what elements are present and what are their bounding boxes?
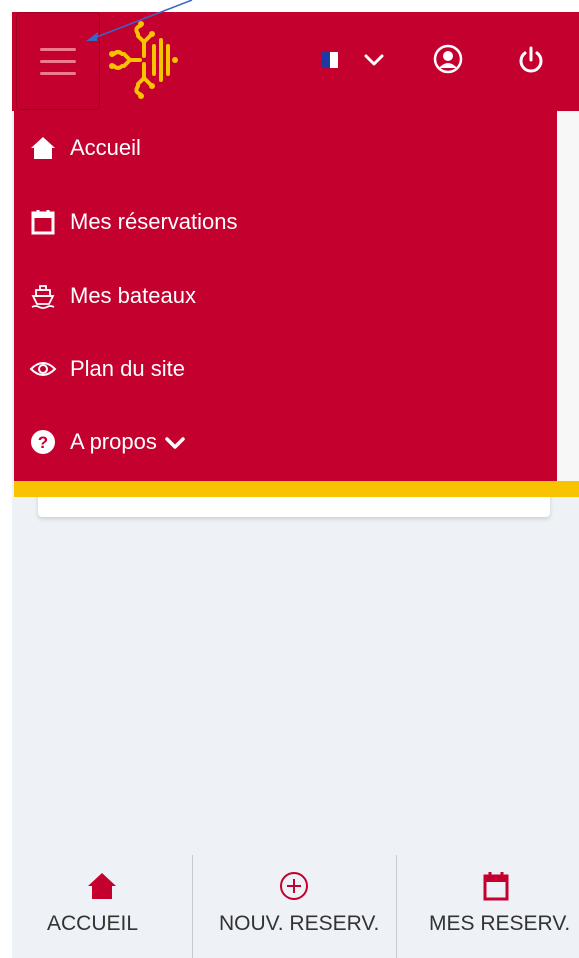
drawer-item-label: Plan du site <box>70 356 185 381</box>
home-icon <box>28 133 58 163</box>
drawer-item-a-propos-label: A propos <box>70 429 157 454</box>
bottom-nav-label: NOUV. RESERV. <box>219 912 380 935</box>
french-flag-icon[interactable] <box>322 52 346 68</box>
svg-text:?: ? <box>38 433 48 452</box>
question-circle-icon: ? <box>28 427 58 457</box>
power-icon[interactable] <box>515 44 547 76</box>
hamburger-icon <box>40 47 76 51</box>
occitan-cross-logo[interactable] <box>104 20 190 100</box>
drawer-item-label: A propos <box>70 429 185 455</box>
user-circle-icon[interactable] <box>433 44 463 74</box>
hamburger-icon-bar <box>40 59 76 63</box>
plus-circle-icon <box>280 872 308 900</box>
chevron-down-icon <box>165 437 185 449</box>
drawer-item-mes-reservations[interactable]: Mes réservations <box>14 196 557 248</box>
calendar-icon <box>483 872 509 901</box>
eye-icon <box>28 354 58 384</box>
drawer-item-plan-du-site[interactable]: Plan du site <box>14 343 557 395</box>
bottom-navigation: ACCUEIL NOUV. RESERV. MES RESERV. <box>12 855 579 958</box>
drawer-item-label: Accueil <box>70 135 141 160</box>
bottom-nav-label: ACCUEIL <box>47 912 139 935</box>
bottom-nav-accueil[interactable]: ACCUEIL <box>12 855 192 958</box>
navigation-drawer: Accueil Mes réservations Mes bateaux Pla… <box>14 111 557 481</box>
boat-icon <box>28 281 58 311</box>
drawer-item-label: Mes bateaux <box>70 283 196 308</box>
hamburger-icon-bar <box>40 71 76 75</box>
home-icon <box>88 873 116 899</box>
bottom-nav-label: MES RESERV. <box>429 912 571 935</box>
drawer-item-mes-bateaux[interactable]: Mes bateaux <box>14 270 557 322</box>
accent-stripe <box>14 481 579 497</box>
menu-toggle-button[interactable] <box>16 12 100 110</box>
content-edge <box>557 112 579 482</box>
drawer-item-label: Mes réservations <box>70 209 238 234</box>
drawer-item-accueil[interactable]: Accueil <box>14 122 557 174</box>
bottom-nav-mes-reserv[interactable]: MES RESERV. <box>397 855 579 958</box>
chevron-down-icon[interactable] <box>362 48 386 72</box>
bottom-nav-nouv-reserv[interactable]: NOUV. RESERV. <box>193 855 396 958</box>
calendar-icon <box>28 207 58 237</box>
drawer-item-a-propos[interactable]: ? A propos <box>14 416 557 468</box>
